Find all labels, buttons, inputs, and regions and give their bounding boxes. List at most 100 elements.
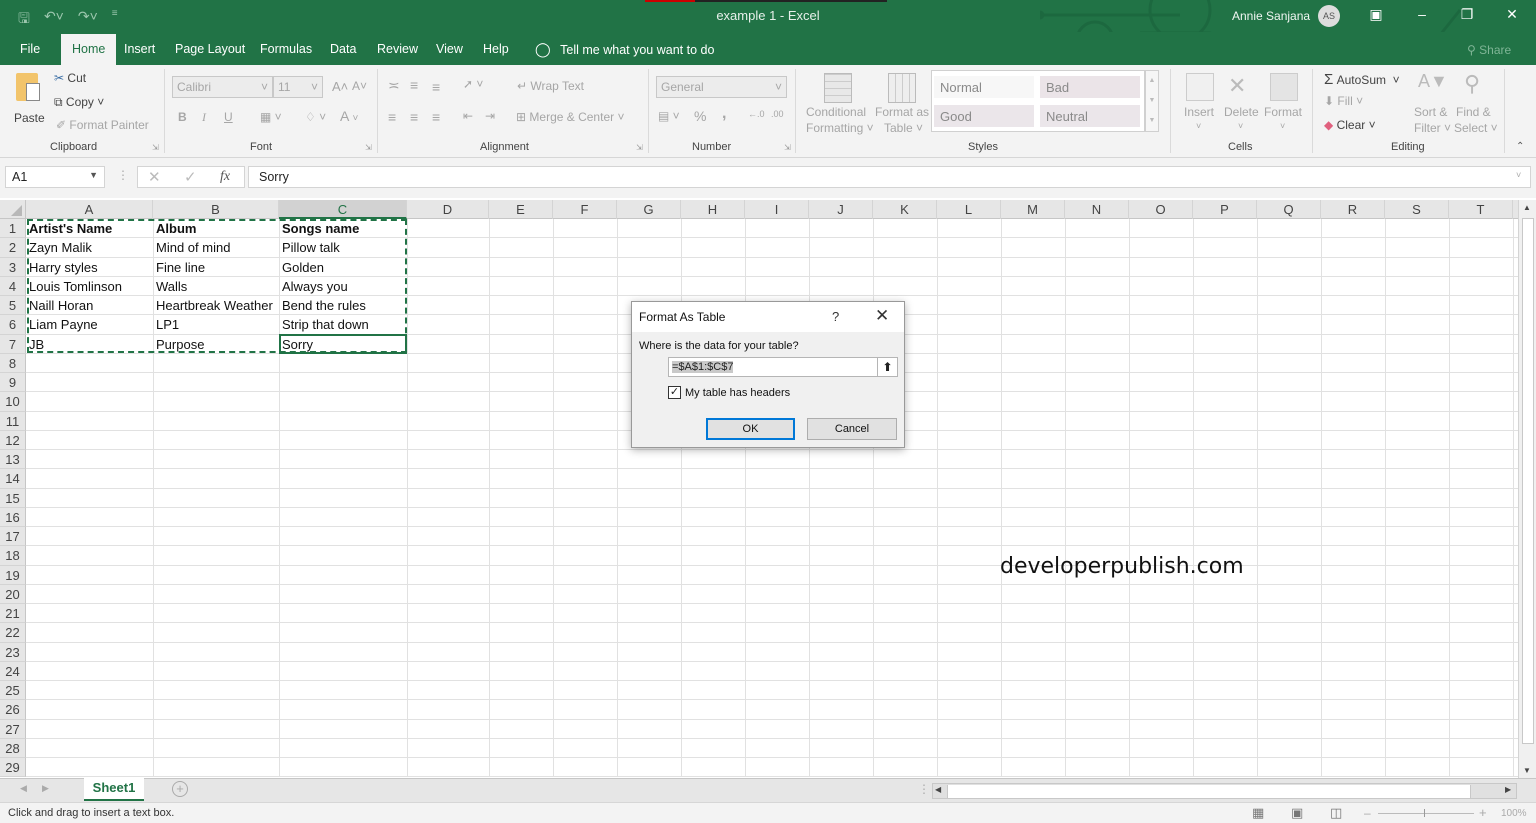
row-header-8[interactable]: 8 xyxy=(0,353,26,373)
decrease-decimal-button[interactable]: .00 xyxy=(771,109,784,119)
tab-data[interactable]: Data xyxy=(330,42,356,56)
row-header-1[interactable]: 1 xyxy=(0,219,26,239)
row-header-28[interactable]: 28 xyxy=(0,738,26,758)
style-good[interactable]: Good xyxy=(934,105,1034,127)
cancel-entry-icon[interactable]: ✕ xyxy=(148,168,161,186)
collapse-ribbon-icon[interactable]: ⌃ xyxy=(1516,141,1524,152)
number-format-select[interactable]: General ˅ xyxy=(656,76,787,98)
column-header-e[interactable]: E xyxy=(489,200,553,219)
normal-view-icon[interactable]: ▦ xyxy=(1252,805,1264,821)
row-header-18[interactable]: 18 xyxy=(0,546,26,566)
bold-button[interactable]: B xyxy=(178,110,187,124)
minimize-icon[interactable]: – xyxy=(1407,6,1437,22)
align-top-button[interactable]: ≍ xyxy=(388,77,400,94)
horizontal-scrollbar[interactable]: ◀ ▶ xyxy=(932,783,1517,799)
format-cells-button[interactable]: Format ˅ xyxy=(1264,73,1304,137)
accounting-format-button[interactable]: ▤ ˅ xyxy=(658,109,680,123)
tell-me-search[interactable]: ◯ Tell me what you want to do xyxy=(535,41,714,58)
zoom-slider-thumb[interactable] xyxy=(1424,809,1425,817)
next-sheet-icon[interactable]: ▶ xyxy=(42,783,49,794)
column-header-h[interactable]: H xyxy=(681,200,745,219)
vertical-scrollbar[interactable]: ▲ ▼ xyxy=(1518,200,1536,778)
column-header-b[interactable]: B xyxy=(153,200,279,219)
column-header-l[interactable]: L xyxy=(937,200,1001,219)
zoom-slider[interactable] xyxy=(1378,809,1474,817)
row-header-16[interactable]: 16 xyxy=(0,507,26,527)
find-select-button[interactable]: ⚲ Find & Select ˅ xyxy=(1454,71,1498,137)
delete-cells-button[interactable]: ✕ Delete ˅ xyxy=(1224,73,1262,137)
page-layout-view-icon[interactable]: ▣ xyxy=(1291,805,1303,821)
column-header-f[interactable]: F xyxy=(553,200,617,219)
font-color-button[interactable]: A ˅ xyxy=(340,108,358,124)
scroll-down-icon[interactable]: ▼ xyxy=(1523,766,1531,775)
row-header-19[interactable]: 19 xyxy=(0,565,26,585)
help-button[interactable]: ? xyxy=(832,309,839,324)
align-bottom-button[interactable]: ≡ xyxy=(432,79,440,95)
fill-color-button[interactable]: ♢ ˅ xyxy=(305,110,326,124)
clipboard-launcher-icon[interactable]: ⇲ xyxy=(152,143,159,152)
tab-review[interactable]: Review xyxy=(377,42,418,56)
row-header-3[interactable]: 3 xyxy=(0,257,26,277)
new-sheet-icon[interactable]: + xyxy=(172,781,188,797)
row-header-26[interactable]: 26 xyxy=(0,700,26,720)
insert-function-icon[interactable]: fx xyxy=(220,169,230,185)
format-painter-button[interactable]: ✐ Format Painter xyxy=(56,118,149,132)
scroll-right-icon[interactable]: ▶ xyxy=(1505,785,1511,794)
paste-button[interactable]: Paste xyxy=(12,71,46,131)
column-header-m[interactable]: M xyxy=(1001,200,1065,219)
vertical-scroll-thumb[interactable] xyxy=(1522,218,1534,744)
scroll-left-icon[interactable]: ◀ xyxy=(935,785,941,794)
column-header-s[interactable]: S xyxy=(1385,200,1449,219)
style-bad[interactable]: Bad xyxy=(1040,76,1140,98)
cancel-button[interactable]: Cancel xyxy=(807,418,897,440)
sort-filter-button[interactable]: A▼ Sort & Filter ˅ xyxy=(1412,71,1452,137)
alignment-launcher-icon[interactable]: ⇲ xyxy=(636,143,643,152)
row-header-21[interactable]: 21 xyxy=(0,604,26,624)
styles-scrollbar[interactable]: ▲ ▼ ▼ xyxy=(1145,70,1159,132)
conditional-formatting-button[interactable]: Conditional Formatting ˅ xyxy=(804,73,874,137)
zoom-in-button[interactable]: + xyxy=(1479,805,1487,820)
column-header-n[interactable]: N xyxy=(1065,200,1129,219)
select-all-button[interactable] xyxy=(0,200,26,219)
row-header-7[interactable]: 7 xyxy=(0,334,26,354)
row-header-15[interactable]: 15 xyxy=(0,488,26,508)
scroll-up-icon[interactable]: ▲ xyxy=(1523,203,1531,212)
row-header-22[interactable]: 22 xyxy=(0,623,26,643)
align-middle-button[interactable]: ≡ xyxy=(410,77,418,93)
tab-split-handle[interactable]: ⋮ xyxy=(918,782,930,796)
row-header-4[interactable]: 4 xyxy=(0,276,26,296)
previous-sheet-icon[interactable]: ◀ xyxy=(20,783,27,794)
decrease-indent-button[interactable]: ⇤ xyxy=(463,109,473,123)
share-button[interactable]: ⚲ Share xyxy=(1467,43,1511,57)
column-header-k[interactable]: K xyxy=(873,200,937,219)
underline-button[interactable]: U xyxy=(224,110,233,124)
collapse-dialog-button[interactable]: ⬆ xyxy=(877,357,898,377)
row-header-29[interactable]: 29 xyxy=(0,758,26,777)
clear-button[interactable]: ◆ Clear ˅ xyxy=(1324,118,1376,132)
align-left-button[interactable]: ≡ xyxy=(388,109,396,125)
dialog-close-button[interactable]: ✕ xyxy=(875,306,889,326)
column-header-c[interactable]: C xyxy=(279,200,407,219)
align-center-button[interactable]: ≡ xyxy=(410,109,418,125)
tab-formulas[interactable]: Formulas xyxy=(260,42,312,56)
row-header-13[interactable]: 13 xyxy=(0,450,26,470)
name-box[interactable]: A1 ▼ xyxy=(5,166,105,188)
row-header-27[interactable]: 27 xyxy=(0,719,26,739)
restore-icon[interactable]: ❐ xyxy=(1452,6,1482,23)
increase-indent-button[interactable]: ⇥ xyxy=(485,109,495,123)
style-normal[interactable]: Normal xyxy=(934,76,1034,98)
column-header-a[interactable]: A xyxy=(26,200,153,219)
shrink-font-button[interactable]: A˅ xyxy=(352,79,367,93)
borders-button[interactable]: ▦ ˅ xyxy=(260,110,282,124)
row-header-2[interactable]: 2 xyxy=(0,238,26,258)
has-headers-checkbox[interactable]: ✓ xyxy=(668,386,681,399)
column-header-j[interactable]: J xyxy=(809,200,873,219)
close-icon[interactable]: ✕ xyxy=(1497,6,1527,23)
ok-button[interactable]: OK xyxy=(706,418,795,440)
autosum-button[interactable]: Σ AutoSum ˅ xyxy=(1324,71,1400,88)
tab-insert[interactable]: Insert xyxy=(124,42,155,56)
increase-decimal-button[interactable]: ←.0 xyxy=(748,109,765,119)
avatar[interactable]: AS xyxy=(1318,5,1340,27)
insert-cells-button[interactable]: Insert ˅ xyxy=(1182,73,1220,137)
column-header-r[interactable]: R xyxy=(1321,200,1385,219)
